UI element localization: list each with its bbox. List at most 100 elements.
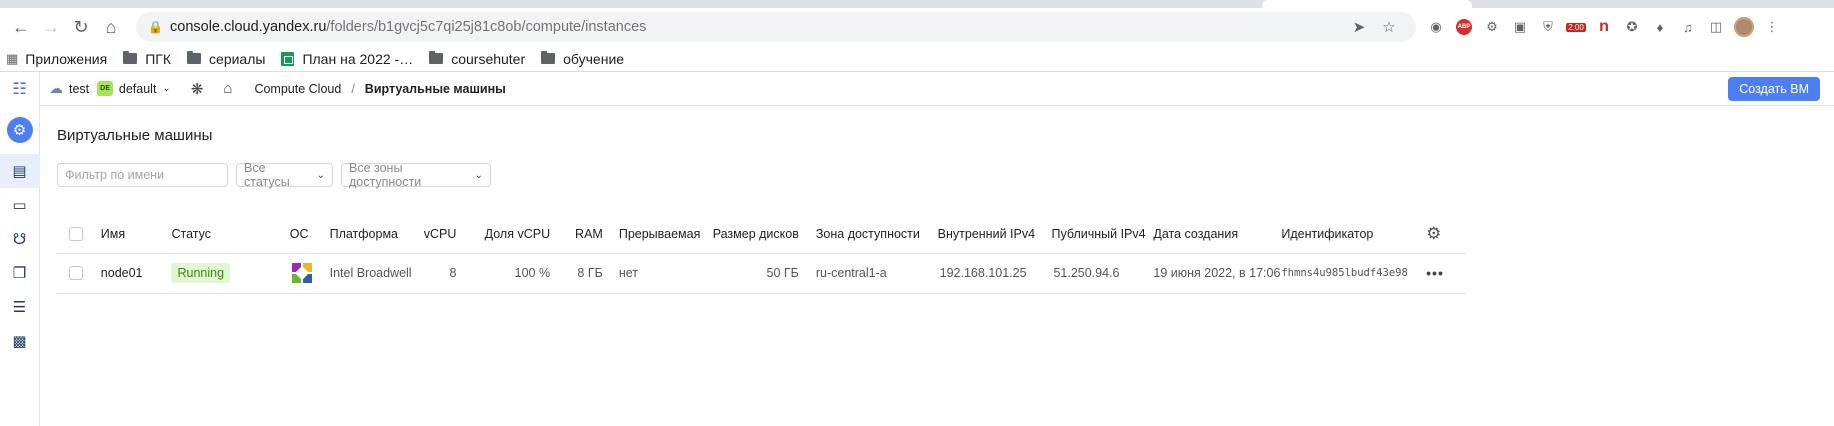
centos-icon	[291, 263, 312, 283]
cell-os	[289, 253, 330, 294]
col-status[interactable]: Статус	[171, 215, 290, 254]
bookmark-folder[interactable]: coursehuter	[429, 51, 525, 67]
table-header-row: Имя Статус ОС Платформа vCPU Доля vCPU R…	[57, 215, 1466, 254]
browser-tab-strip	[0, 0, 1834, 8]
adblock-icon[interactable]: ABP	[1450, 13, 1478, 41]
images-icon[interactable]: ☰	[0, 290, 40, 324]
bookmark-folder[interactable]: обучение	[541, 51, 624, 67]
bitwarden-icon[interactable]: ▣	[1506, 13, 1534, 41]
gear-icon[interactable]: ⚙	[1426, 224, 1441, 243]
cell-disk-size: 50 ГБ	[712, 253, 799, 294]
folder-badge: DE	[97, 81, 113, 96]
active-browser-tab[interactable]	[1262, 0, 1472, 8]
instance-groups-icon[interactable]: ▩	[0, 324, 40, 358]
col-ram[interactable]: RAM	[550, 215, 603, 254]
bookmarks-bar: ▦ Приложения ПГК сериалы План на 2022 -… …	[0, 46, 1834, 72]
bookmark-star-icon[interactable]: ☆	[1374, 18, 1404, 36]
cell-internal-ip: 192.168.101.25	[937, 253, 1052, 294]
url-path: /folders/b1gvcj5c7qi25j81c8ob/compute/in…	[326, 19, 647, 35]
folder-icon	[429, 51, 444, 64]
folder-name[interactable]: default	[119, 82, 157, 96]
forward-icon[interactable]: →	[36, 12, 66, 42]
col-public-ip[interactable]: Публичный IPv4	[1051, 215, 1154, 254]
columns-settings-cell: ⚙	[1426, 215, 1466, 254]
compute-service-icon[interactable]: ⚙	[0, 106, 40, 154]
col-zone[interactable]: Зона доступности	[798, 215, 938, 254]
url-host: console.cloud.yandex.ru	[170, 19, 327, 35]
address-bar[interactable]: 🔒 console.cloud.yandex.ru/folders/b1gvcj…	[136, 12, 1416, 42]
row-checkbox[interactable]	[69, 266, 83, 281]
gear-extension-icon[interactable]: ⚙	[1478, 13, 1506, 41]
breadcrumb-service[interactable]: Compute Cloud	[254, 82, 341, 96]
vm-list-icon[interactable]: ▤	[0, 154, 40, 188]
status-filter-select[interactable]: Все статусы ⌄	[236, 161, 333, 189]
puzzle-icon[interactable]: ♦	[1646, 13, 1674, 41]
n-extension-icon[interactable]: n	[1590, 13, 1618, 41]
vm-table: Имя Статус ОС Платформа vCPU Доля vCPU R…	[57, 215, 1466, 294]
snapshots-icon[interactable]: ❐	[0, 256, 40, 290]
row-actions-cell: •••	[1426, 253, 1466, 294]
col-vcpu-share[interactable]: Доля vCPU	[456, 215, 551, 254]
create-vm-button[interactable]: Создать ВМ	[1728, 76, 1820, 101]
services-grid-icon[interactable]: ☷	[0, 72, 40, 106]
back-icon[interactable]: ←	[6, 12, 36, 42]
folder-icon	[541, 51, 556, 64]
col-name[interactable]: Имя	[100, 215, 172, 254]
side-panel-icon[interactable]: ◫	[1702, 13, 1730, 41]
cell-public-ip: 51.250.94.6	[1051, 253, 1154, 294]
cloud-icon: ☁	[49, 80, 63, 96]
disks-icon[interactable]: ▭	[0, 188, 40, 222]
name-filter-input[interactable]: Фильтр по имени	[57, 163, 228, 187]
home-icon[interactable]: ⌂	[96, 12, 126, 42]
col-disk-size[interactable]: Размер дисков	[712, 215, 799, 254]
menu-kebab-icon[interactable]: ⋮	[1758, 13, 1786, 41]
cell-created: 19 июня 2022, в 17:06	[1153, 253, 1282, 294]
console-topbar: ☁ test DE default ⌄ ❋ ⌂ Compute Cloud / …	[40, 72, 1834, 106]
filters-row: Фильтр по имени Все статусы ⌄ Все зоны до…	[57, 161, 1834, 189]
col-os[interactable]: ОС	[289, 215, 330, 254]
zone-filter-select[interactable]: Все зоны доступности ⌄	[341, 161, 491, 189]
main-area: ☁ test DE default ⌄ ❋ ⌂ Compute Cloud / …	[40, 72, 1834, 426]
status-badge: Running	[171, 263, 231, 283]
bookmark-folder[interactable]: ПГК	[123, 51, 171, 67]
counter-extension-icon[interactable]: 2.00	[1562, 13, 1590, 41]
cell-id: fhmns4u985lbudf43e98	[1281, 253, 1427, 294]
lock-icon[interactable]: 🔒	[148, 20, 170, 34]
bookmark-folder[interactable]: сериалы	[187, 51, 265, 67]
table-row[interactable]: node01 Running Intel Broadwell 8 100 % 8…	[57, 253, 1466, 294]
cell-status: Running	[171, 253, 290, 294]
more-actions-icon[interactable]: •••	[1426, 265, 1444, 281]
col-preemptible[interactable]: Прерываемая	[602, 215, 713, 254]
media-control-icon[interactable]: ♫	[1674, 13, 1702, 41]
profile-avatar[interactable]	[1730, 13, 1758, 41]
translate-extension-icon[interactable]: ✪	[1618, 13, 1646, 41]
select-all-checkbox[interactable]	[69, 227, 83, 242]
reload-icon[interactable]: ↻	[66, 12, 96, 42]
col-vcpu[interactable]: vCPU	[414, 215, 457, 254]
folder-icon	[187, 51, 202, 64]
chevron-down-icon[interactable]: ⌄	[162, 83, 170, 94]
google-sheets-icon	[281, 51, 295, 66]
chevron-down-icon: ⌄	[474, 169, 483, 181]
shield-icon[interactable]: ⛨	[1534, 13, 1562, 41]
col-created[interactable]: Дата создания	[1153, 215, 1282, 254]
send-icon[interactable]: ➤	[1344, 18, 1374, 36]
extensions-bar: ◉ ABP ⚙ ▣ ⛨ 2.00 n ✪ ♦ ♫ ◫ ⋮	[1422, 13, 1786, 41]
home-icon[interactable]: ⌂	[223, 80, 232, 97]
col-internal-ip[interactable]: Внутренний IPv4	[937, 215, 1052, 254]
bookmark-sheet[interactable]: План на 2022 -…	[281, 51, 413, 67]
cell-ram: 8 ГБ	[550, 253, 603, 294]
page-title: Виртуальные машины	[57, 127, 213, 144]
cell-name[interactable]: node01	[100, 253, 172, 294]
services-map-icon[interactable]: ❋	[191, 80, 204, 98]
placement-groups-icon[interactable]: ☋	[0, 222, 40, 256]
col-platform[interactable]: Платформа	[329, 215, 415, 254]
col-id[interactable]: Идентификатор	[1281, 215, 1427, 254]
bookmark-apps[interactable]: ▦ Приложения	[6, 51, 107, 67]
page-content: Виртуальные машины Фильтр по имени Все с…	[40, 106, 1834, 294]
cell-preemptible: нет	[602, 253, 713, 294]
camera-icon[interactable]: ◉	[1422, 13, 1450, 41]
browser-toolbar: ← → ↻ ⌂ 🔒 console.cloud.yandex.ru/folder…	[0, 8, 1834, 46]
chevron-down-icon: ⌄	[316, 169, 325, 181]
cloud-name[interactable]: test	[69, 82, 89, 96]
